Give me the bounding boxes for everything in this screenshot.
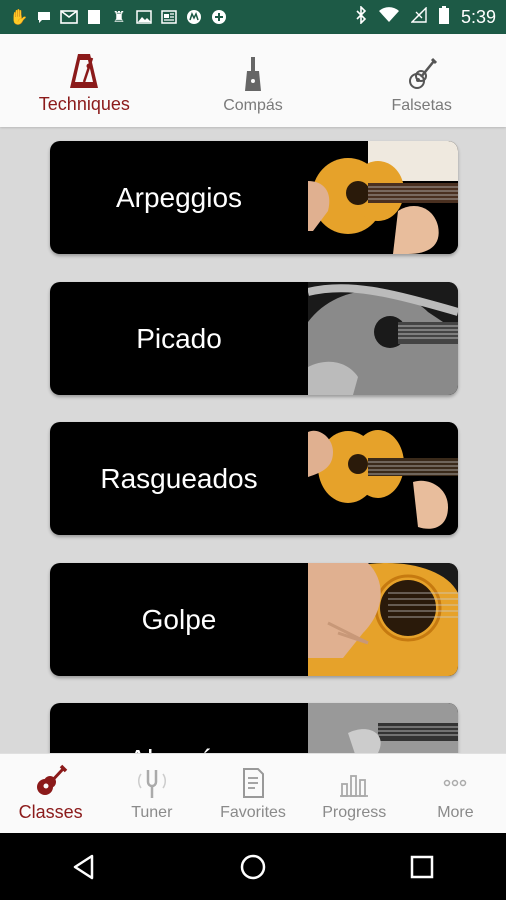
nav-classes[interactable]: Classes: [0, 754, 101, 833]
status-bar: ✋ ♜ 5:39: [0, 0, 506, 34]
card-arpeggios[interactable]: Arpeggios: [50, 141, 458, 254]
system-nav-bar: [0, 833, 506, 900]
square-icon: [85, 8, 103, 26]
plus-icon: [210, 8, 228, 26]
back-icon[interactable]: [70, 853, 98, 881]
tab-label: Techniques: [38, 94, 130, 114]
card-golpe[interactable]: Golpe: [50, 563, 458, 676]
guitar-photo: [308, 282, 458, 395]
tab-label: Falsetas: [391, 97, 452, 114]
mail-icon: [60, 8, 78, 26]
card-picado[interactable]: Picado: [50, 282, 458, 395]
nav-favorites[interactable]: Favorites: [202, 754, 303, 833]
card-label: Rasgueados: [100, 462, 258, 494]
system-icons: 5:39: [355, 4, 496, 29]
tab-label: Compás: [223, 97, 283, 114]
cajon-icon: [245, 57, 261, 91]
hand-icon: ✋: [9, 9, 29, 26]
home-icon[interactable]: [239, 853, 267, 881]
chess-icon: ♜: [112, 9, 126, 26]
metronome-icon: [70, 54, 99, 88]
guitar-photo: [308, 563, 458, 676]
card-label: Picado: [136, 322, 222, 354]
document-icon: [243, 767, 264, 798]
tuning-fork-icon: [137, 769, 166, 798]
nav-progress[interactable]: Progress: [304, 754, 405, 833]
guitar-icon: [408, 57, 437, 89]
nav-label: More: [437, 803, 474, 821]
card-label: Arpeggios: [115, 181, 243, 213]
nav-label: Progress: [322, 803, 387, 821]
tab-techniques[interactable]: Techniques: [0, 34, 169, 127]
nav-more[interactable]: More: [405, 754, 506, 833]
card-label: Golpe: [141, 603, 217, 635]
bar-chart-icon: [340, 774, 369, 797]
chat-icon: [35, 8, 53, 26]
card-label: Alzapúa: [50, 703, 308, 754]
nav-label: Tuner: [131, 803, 173, 821]
motorola-icon: [185, 8, 203, 26]
card-alzapua[interactable]: Alzapúa: [50, 703, 458, 753]
bluetooth-icon: [355, 4, 367, 29]
card-rasgueados[interactable]: Rasgueados: [50, 422, 458, 535]
image-icon: [135, 8, 153, 26]
wifi-icon: [378, 6, 399, 28]
guitar-icon: [36, 764, 67, 795]
signal-icon: [410, 5, 427, 28]
tab-compas[interactable]: Compás: [169, 34, 338, 127]
nav-label: Favorites: [220, 803, 286, 821]
top-tab-bar: Techniques Compás Falsetas: [0, 34, 506, 127]
technique-list: Arpeggios Picado Rasgueados Golpe: [0, 127, 506, 753]
bottom-nav-bar: Classes Tuner Favorites Progress More: [0, 753, 506, 833]
nav-label: Classes: [18, 802, 83, 822]
more-dots-icon: [444, 779, 467, 786]
notification-icons: ✋ ♜: [10, 8, 228, 26]
battery-icon: [438, 5, 449, 29]
nav-tuner[interactable]: Tuner: [101, 754, 202, 833]
guitar-photo: [308, 703, 458, 753]
clock: 5:39: [460, 6, 496, 27]
guitar-photo: [308, 141, 458, 254]
guitar-photo: [308, 422, 458, 535]
tab-falsetas[interactable]: Falsetas: [337, 34, 506, 127]
news-icon: [160, 8, 178, 26]
recents-icon[interactable]: [408, 853, 436, 881]
